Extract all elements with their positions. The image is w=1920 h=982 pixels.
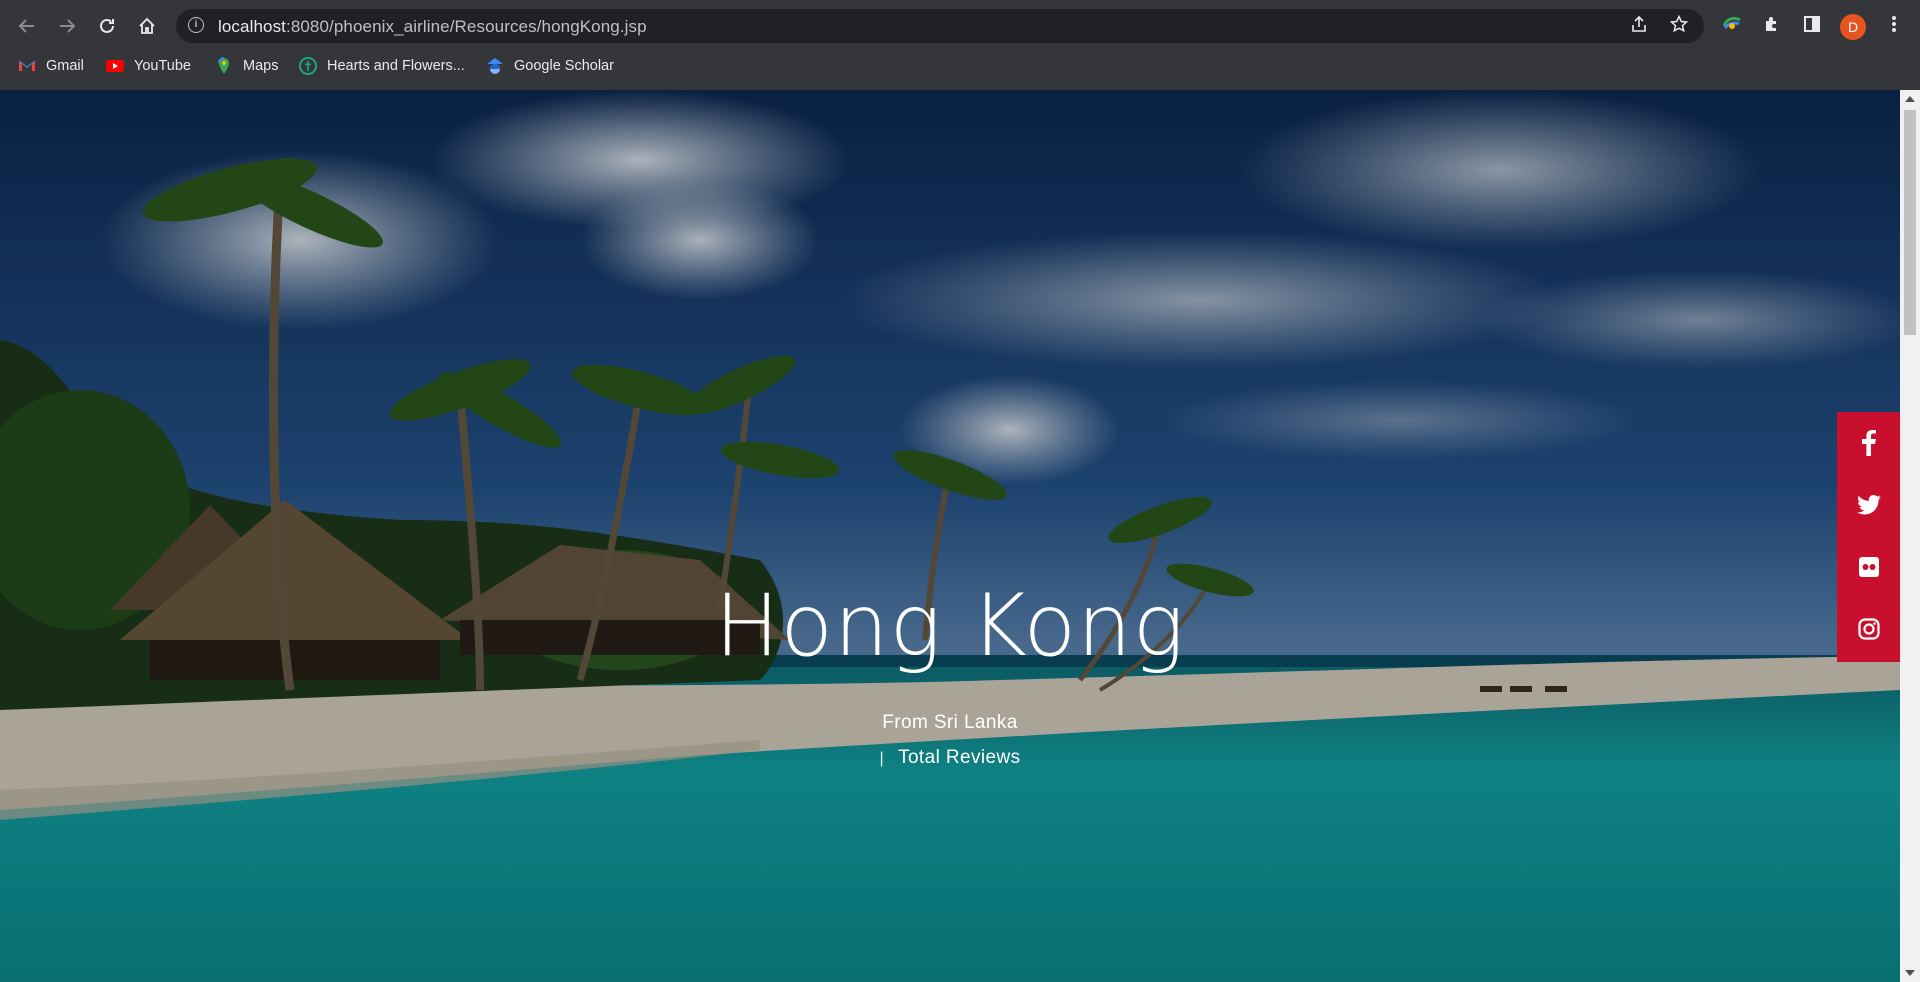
bookmark-gmail[interactable]: Gmail bbox=[18, 57, 84, 75]
twitter-icon bbox=[1856, 495, 1881, 515]
hero-title: Hong Kong bbox=[714, 576, 1186, 676]
hero-section: Hong Kong From Sri Lanka | Total Reviews bbox=[0, 90, 1900, 982]
scrollbar-thumb[interactable] bbox=[1904, 110, 1916, 335]
page-viewport: Hong Kong From Sri Lanka | Total Reviews bbox=[0, 90, 1900, 982]
flickr-icon bbox=[1858, 557, 1879, 577]
bookmarks-bar: Gmail YouTube Maps Hearts and Flowers...… bbox=[0, 54, 1920, 80]
reviews-separator: | bbox=[879, 750, 885, 767]
facebook-link[interactable] bbox=[1837, 412, 1900, 474]
scroll-up-arrow-icon[interactable] bbox=[1905, 96, 1915, 102]
forward-arrow-icon bbox=[60, 19, 76, 33]
bookmark-hearts-flowers[interactable]: Hearts and Flowers... bbox=[299, 57, 465, 75]
share-icon[interactable] bbox=[1630, 15, 1648, 39]
google-scholar-icon bbox=[487, 58, 503, 74]
hero-origin: From Sri Lanka bbox=[882, 712, 1018, 733]
social-sidebar bbox=[1837, 412, 1900, 662]
bookmark-label: Gmail bbox=[46, 58, 84, 74]
forward-button[interactable] bbox=[53, 12, 81, 40]
bookmark-label: Maps bbox=[243, 58, 279, 74]
hero-dark-overlay bbox=[0, 90, 1900, 982]
instagram-link[interactable] bbox=[1837, 598, 1900, 660]
reload-button[interactable] bbox=[93, 12, 121, 40]
flickr-link[interactable] bbox=[1837, 536, 1900, 598]
hearts-flowers-icon bbox=[299, 57, 317, 75]
instagram-icon bbox=[1857, 618, 1880, 640]
home-icon bbox=[139, 17, 155, 34]
bookmark-maps[interactable]: Maps bbox=[215, 57, 278, 75]
bookmark-star-icon[interactable] bbox=[1669, 14, 1689, 39]
bookmark-label: YouTube bbox=[134, 58, 191, 74]
hero-reviews: | Total Reviews bbox=[0, 747, 1900, 769]
maps-icon bbox=[218, 57, 229, 74]
facebook-icon bbox=[1861, 430, 1876, 456]
bookmark-label: Google Scholar bbox=[514, 58, 614, 74]
back-arrow-icon bbox=[18, 19, 34, 33]
back-button[interactable] bbox=[13, 12, 41, 40]
browser-toolbar: i localhost:8080/phoenix_airline/Resourc… bbox=[0, 8, 1920, 44]
scroll-down-arrow-icon[interactable] bbox=[1905, 970, 1915, 976]
extension-colorful-icon[interactable] bbox=[1720, 12, 1744, 36]
reload-icon bbox=[100, 18, 114, 33]
profile-avatar[interactable]: D bbox=[1840, 14, 1866, 40]
gmail-icon bbox=[18, 60, 36, 71]
extensions-puzzle-icon[interactable] bbox=[1760, 12, 1784, 36]
bookmark-google-scholar[interactable]: Google Scholar bbox=[486, 57, 614, 75]
home-button[interactable] bbox=[133, 12, 161, 40]
side-panel-icon[interactable] bbox=[1800, 12, 1824, 36]
youtube-icon bbox=[106, 60, 124, 72]
twitter-link[interactable] bbox=[1837, 474, 1900, 536]
browser-chrome: i localhost:8080/phoenix_airline/Resourc… bbox=[0, 0, 1920, 90]
page-scrollbar[interactable] bbox=[1900, 90, 1920, 982]
address-url[interactable]: localhost:8080/phoenix_airline/Resources… bbox=[218, 17, 647, 37]
reviews-label: Total Reviews bbox=[898, 747, 1021, 768]
bookmark-label: Hearts and Flowers... bbox=[327, 58, 465, 74]
address-bar[interactable]: i localhost:8080/phoenix_airline/Resourc… bbox=[176, 9, 1704, 43]
menu-kebab-icon[interactable] bbox=[1882, 12, 1906, 36]
site-info-icon[interactable]: i bbox=[188, 17, 204, 33]
bookmark-youtube[interactable]: YouTube bbox=[106, 57, 191, 75]
